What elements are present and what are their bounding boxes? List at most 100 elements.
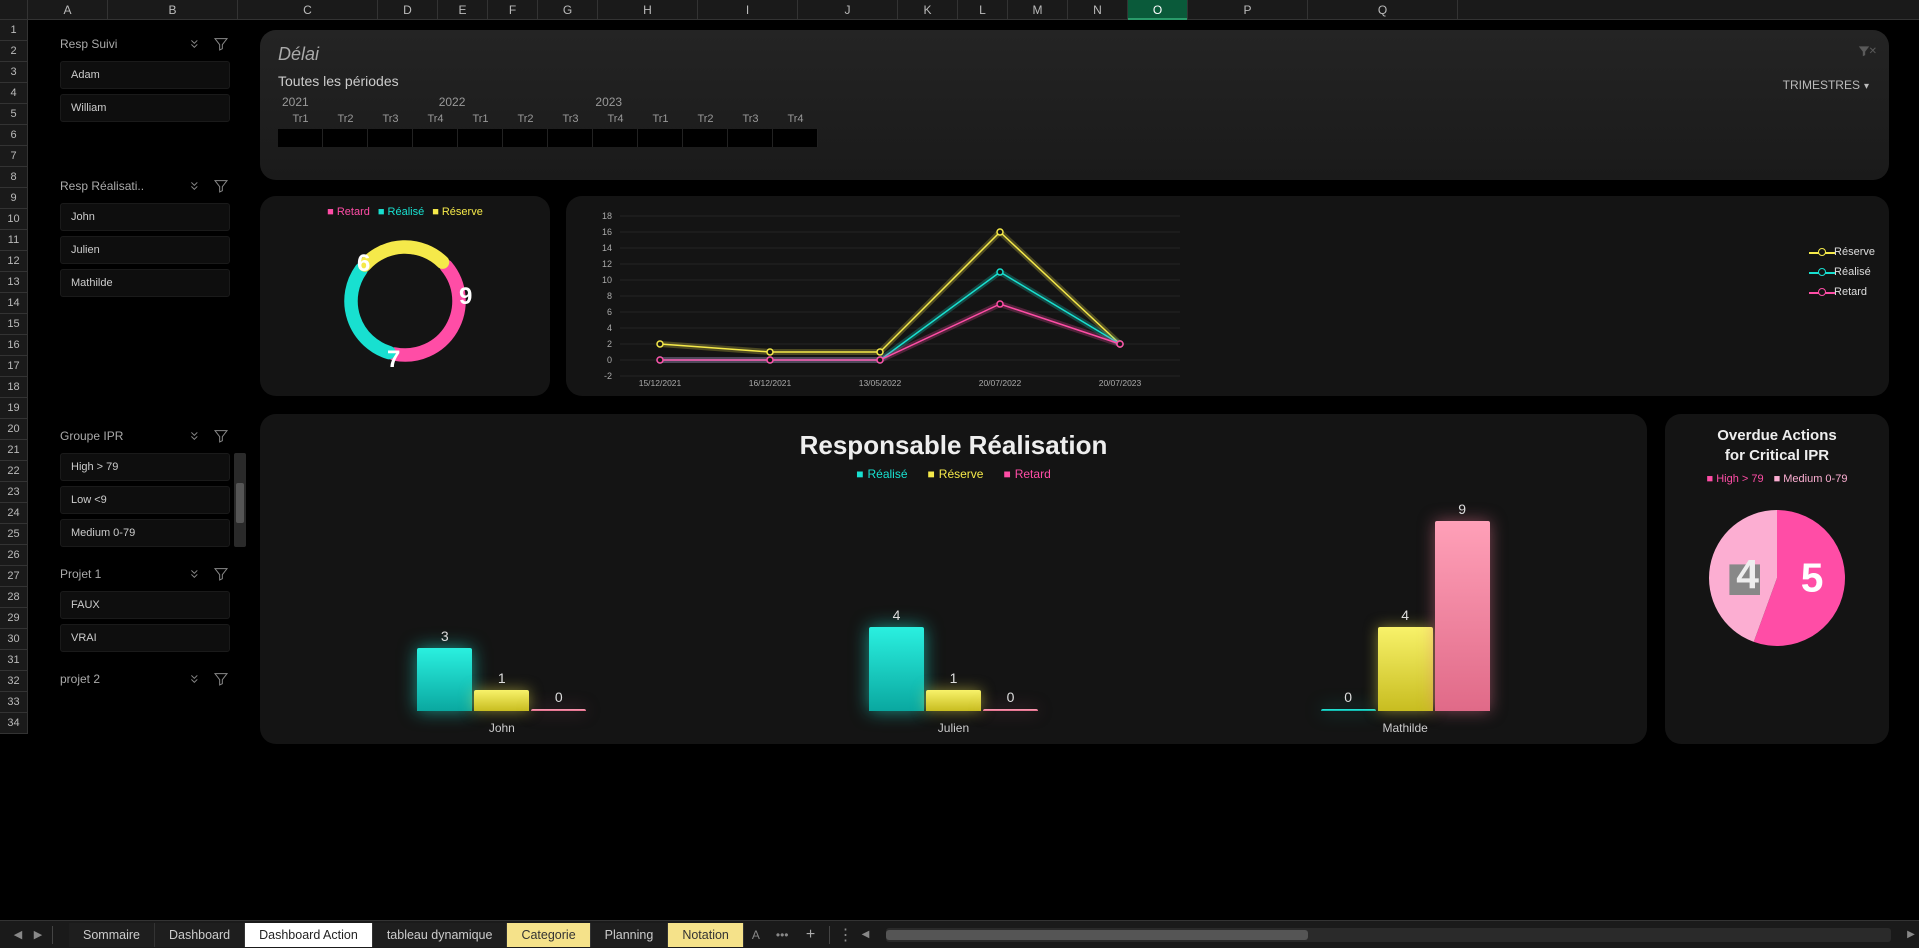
column-header-P[interactable]: P xyxy=(1188,0,1308,19)
clear-filter-icon[interactable] xyxy=(212,177,230,195)
sheet-tab-categorie[interactable]: Categorie xyxy=(507,923,590,947)
slicer-item[interactable]: William xyxy=(60,94,230,122)
row-header-7[interactable]: 7 xyxy=(0,146,28,167)
row-header-5[interactable]: 5 xyxy=(0,104,28,125)
row-header-15[interactable]: 15 xyxy=(0,314,28,335)
slicer-projet-1[interactable]: Projet 1FAUXVRAI xyxy=(60,565,230,652)
slicer-item[interactable]: FAUX xyxy=(60,591,230,619)
clear-filter-icon[interactable] xyxy=(212,565,230,583)
sheet-nav-prev[interactable]: ◀ xyxy=(8,928,28,941)
row-header-6[interactable]: 6 xyxy=(0,125,28,146)
row-header-24[interactable]: 24 xyxy=(0,503,28,524)
slicer-item[interactable]: Adam xyxy=(60,61,230,89)
slicer-item[interactable]: High > 79 xyxy=(60,453,230,481)
column-header-N[interactable]: N xyxy=(1068,0,1128,19)
row-header-27[interactable]: 27 xyxy=(0,566,28,587)
row-header-10[interactable]: 10 xyxy=(0,209,28,230)
clear-filter-icon[interactable] xyxy=(212,35,230,53)
hscroll-thumb[interactable] xyxy=(886,930,1308,940)
sheet-tab-overflow[interactable]: A xyxy=(744,923,768,947)
sheet-tab-planning[interactable]: Planning xyxy=(591,923,669,947)
column-header-H[interactable]: H xyxy=(598,0,698,19)
row-header-4[interactable]: 4 xyxy=(0,83,28,104)
row-header-23[interactable]: 23 xyxy=(0,482,28,503)
slicer-item[interactable]: Mathilde xyxy=(60,269,230,297)
column-header-Q[interactable]: Q xyxy=(1308,0,1458,19)
timeline-quarter-Tr3[interactable]: Tr3 xyxy=(548,113,593,147)
row-header-28[interactable]: 28 xyxy=(0,587,28,608)
row-header-21[interactable]: 21 xyxy=(0,440,28,461)
column-header-K[interactable]: K xyxy=(898,0,958,19)
timeline-quarter-Tr3[interactable]: Tr3 xyxy=(728,113,773,147)
row-header-18[interactable]: 18 xyxy=(0,377,28,398)
row-header-12[interactable]: 12 xyxy=(0,251,28,272)
line-chart-card[interactable]: -202468101214161815/12/202116/12/202113/… xyxy=(566,196,1889,396)
timeline-quarter-Tr4[interactable]: Tr4 xyxy=(413,113,458,147)
column-header-D[interactable]: D xyxy=(378,0,438,19)
more-options-icon[interactable]: ⋮ xyxy=(838,925,854,945)
multiselect-icon[interactable] xyxy=(188,35,206,53)
timeline-quarter-row[interactable]: Tr1Tr2Tr3Tr4Tr1Tr2Tr3Tr4Tr1Tr2Tr3Tr4 xyxy=(278,113,1871,147)
row-header-1[interactable]: 1 xyxy=(0,20,28,41)
row-header-31[interactable]: 31 xyxy=(0,650,28,671)
timeline-quarter-Tr1[interactable]: Tr1 xyxy=(278,113,323,147)
column-header-A[interactable]: A xyxy=(28,0,108,19)
row-header-33[interactable]: 33 xyxy=(0,692,28,713)
pie-chart-card[interactable]: Overdue Actionsfor Critical IPR High > 7… xyxy=(1665,414,1889,744)
timeline-slicer[interactable]: ✕ Délai Toutes les périodes TRIMESTRES 2… xyxy=(260,30,1889,180)
timeline-mode-dropdown[interactable]: TRIMESTRES xyxy=(1783,78,1869,92)
multiselect-icon[interactable] xyxy=(188,670,206,688)
sheet-tab-tableau-dynamique[interactable]: tableau dynamique xyxy=(373,923,508,947)
horizontal-scrollbar[interactable] xyxy=(886,928,1892,942)
row-header-29[interactable]: 29 xyxy=(0,608,28,629)
row-header-9[interactable]: 9 xyxy=(0,188,28,209)
slicer-item[interactable]: John xyxy=(60,203,230,231)
slicer-resp-r-alisati-[interactable]: Resp Réalisati..JohnJulienMathilde xyxy=(60,177,230,297)
sheet-tab-sommaire[interactable]: Sommaire xyxy=(69,923,155,947)
timeline-quarter-Tr2[interactable]: Tr2 xyxy=(323,113,368,147)
row-header-34[interactable]: 34 xyxy=(0,713,28,734)
column-header-F[interactable]: F xyxy=(488,0,538,19)
timeline-quarter-Tr3[interactable]: Tr3 xyxy=(368,113,413,147)
multiselect-icon[interactable] xyxy=(188,177,206,195)
row-header-20[interactable]: 20 xyxy=(0,419,28,440)
clear-filter-icon[interactable] xyxy=(212,427,230,445)
column-header-L[interactable]: L xyxy=(958,0,1008,19)
timeline-quarter-Tr4[interactable]: Tr4 xyxy=(773,113,818,147)
slicer-projet-2[interactable]: projet 2 xyxy=(60,670,230,688)
column-header-O[interactable]: O xyxy=(1128,0,1188,19)
hscroll-left-icon[interactable]: ◀ xyxy=(858,929,874,940)
column-header-B[interactable]: B xyxy=(108,0,238,19)
row-header-14[interactable]: 14 xyxy=(0,293,28,314)
multiselect-icon[interactable] xyxy=(188,427,206,445)
clear-filter-icon[interactable]: ✕ xyxy=(1857,44,1871,63)
worksheet-canvas[interactable]: Resp SuiviAdamWilliamResp Réalisati..Joh… xyxy=(28,20,1919,920)
row-header-26[interactable]: 26 xyxy=(0,545,28,566)
column-header-J[interactable]: J xyxy=(798,0,898,19)
timeline-quarter-Tr2[interactable]: Tr2 xyxy=(683,113,728,147)
column-header-C[interactable]: C xyxy=(238,0,378,19)
timeline-quarter-Tr4[interactable]: Tr4 xyxy=(593,113,638,147)
timeline-quarter-Tr2[interactable]: Tr2 xyxy=(503,113,548,147)
row-header-19[interactable]: 19 xyxy=(0,398,28,419)
slicer-item[interactable]: VRAI xyxy=(60,624,230,652)
slicer-item[interactable]: Low <9 xyxy=(60,486,230,514)
timeline-quarter-Tr1[interactable]: Tr1 xyxy=(638,113,683,147)
select-all-corner[interactable] xyxy=(0,0,28,19)
slicer-item[interactable]: Julien xyxy=(60,236,230,264)
row-header-2[interactable]: 2 xyxy=(0,41,28,62)
slicer-item[interactable]: Medium 0-79 xyxy=(60,519,230,547)
row-header-32[interactable]: 32 xyxy=(0,671,28,692)
slicer-groupe-ipr[interactable]: Groupe IPRHigh > 79Low <9Medium 0-79 xyxy=(60,427,230,547)
hscroll-right-icon[interactable]: ▶ xyxy=(1903,929,1919,940)
slicer-resp-suivi[interactable]: Resp SuiviAdamWilliam xyxy=(60,35,230,122)
sheet-tab-dashboard[interactable]: Dashboard xyxy=(155,923,245,947)
add-sheet-button[interactable]: + xyxy=(797,926,825,944)
column-header-M[interactable]: M xyxy=(1008,0,1068,19)
row-header-17[interactable]: 17 xyxy=(0,356,28,377)
sheet-tab-notation[interactable]: Notation xyxy=(668,923,744,947)
row-header-8[interactable]: 8 xyxy=(0,167,28,188)
column-header-E[interactable]: E xyxy=(438,0,488,19)
row-header-25[interactable]: 25 xyxy=(0,524,28,545)
row-header-30[interactable]: 30 xyxy=(0,629,28,650)
